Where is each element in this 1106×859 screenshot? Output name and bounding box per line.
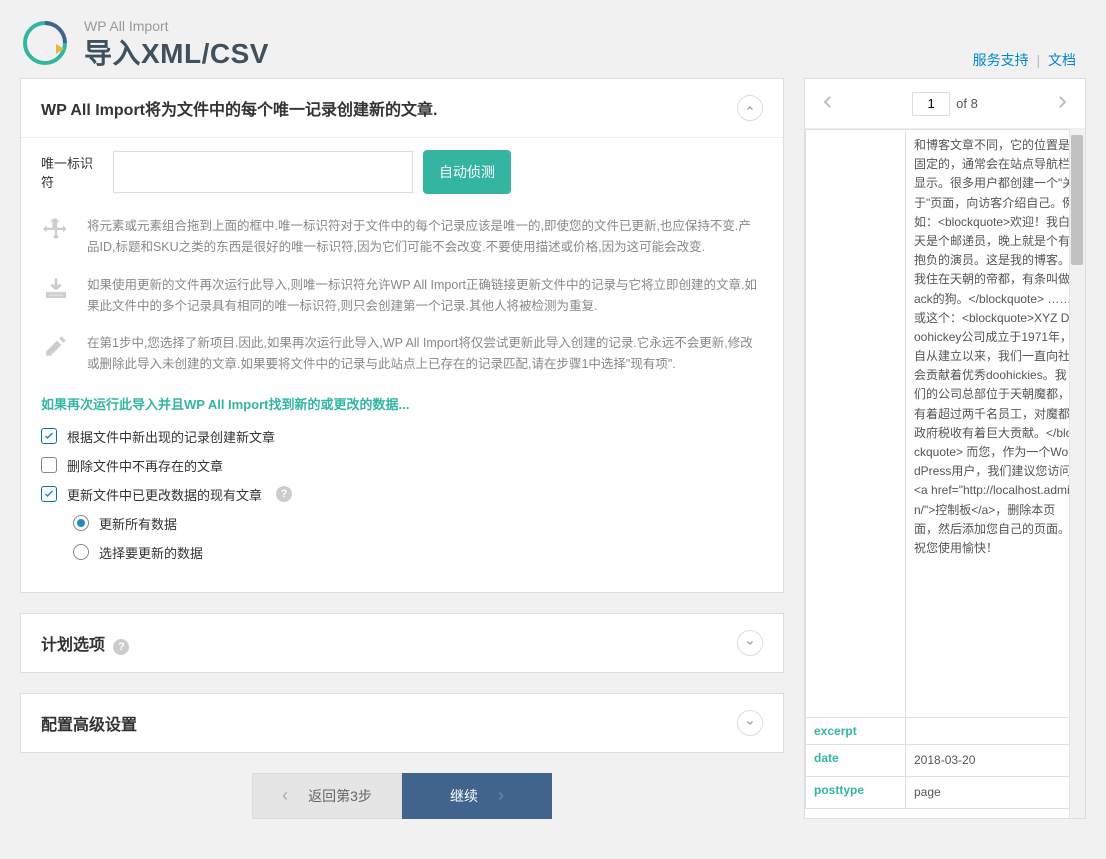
choose-update-label: 选择要更新的数据 (99, 543, 203, 562)
app-title: 导入XML/CSV (84, 32, 1086, 72)
next-record-button[interactable] (1049, 89, 1075, 118)
help-icon[interactable]: ? (276, 486, 292, 502)
chevron-right-icon (1053, 93, 1071, 111)
chevron-up-icon (744, 102, 756, 114)
schedule-panel-title: 计划选项 ? (41, 631, 729, 655)
preview-key: posttype (806, 777, 906, 809)
wp-all-import-logo-icon (20, 18, 70, 68)
records-panel: WP All Import将为文件中的每个唯一记录创建新的文章. 唯一标识符 自… (20, 78, 784, 593)
records-panel-title: WP All Import将为文件中的每个唯一记录创建新的文章. (41, 96, 729, 120)
page-of-label: of 8 (956, 96, 978, 111)
autodetect-button[interactable]: 自动侦测 (423, 150, 511, 194)
table-row: 和博客文章不同，它的位置是固定的，通常会在站点导航栏显示。很多用户都创建一个"关… (806, 130, 1085, 718)
chevron-right-icon: › (498, 785, 504, 806)
collapse-button[interactable] (737, 630, 763, 656)
docs-link[interactable]: 文档 (1048, 52, 1076, 68)
prev-record-button[interactable] (815, 89, 841, 118)
pager: of 8 (912, 92, 978, 116)
preview-val: page (906, 777, 1085, 809)
page-header: WP All Import 导入XML/CSV 服务支持 | 文档 (0, 0, 1106, 78)
chevron-left-icon: ‹ (282, 785, 288, 806)
collapse-button[interactable] (737, 95, 763, 121)
update-existing-label: 更新文件中已更改数据的现有文章 (67, 485, 262, 504)
drag-icon (41, 216, 71, 246)
table-row: excerpt (806, 718, 1085, 745)
check-icon (43, 430, 55, 442)
unique-id-label: 唯一标识符 (41, 153, 103, 191)
schedule-panel: 计划选项 ? (20, 613, 784, 673)
continue-button-label: 继续 (450, 786, 478, 806)
page-input[interactable] (912, 92, 950, 116)
scrollbar-thumb[interactable] (1071, 135, 1083, 265)
records-intro-text: 如果再次运行此导入并且WP All Import找到新的或更改的数据... (41, 394, 763, 413)
info-drag-text: 将元素或元素组合拖到上面的框中.唯一标识符对于文件中的每个记录应该是唯一的,即使… (87, 216, 763, 259)
chevron-down-icon (744, 717, 756, 729)
delete-missing-label: 删除文件中不再存在的文章 (67, 456, 223, 475)
support-link[interactable]: 服务支持 (973, 52, 1029, 68)
preview-val (906, 718, 1085, 745)
chevron-down-icon (744, 637, 756, 649)
edit-icon (41, 333, 71, 363)
advanced-panel-title: 配置高级设置 (41, 711, 729, 735)
update-all-label: 更新所有数据 (99, 514, 177, 533)
advanced-panel: 配置高级设置 (20, 693, 784, 753)
footer-nav: ‹ 返回第3步 继续 › (20, 773, 784, 819)
delete-missing-checkbox[interactable] (41, 457, 57, 473)
chevron-left-icon (819, 93, 837, 111)
unique-id-input[interactable] (113, 151, 413, 193)
schedule-title-text: 计划选项 (41, 637, 105, 654)
continue-button[interactable]: 继续 › (402, 773, 552, 819)
back-button-label: 返回第3步 (308, 786, 372, 806)
create-new-checkbox[interactable] (41, 428, 57, 444)
update-all-radio[interactable] (73, 515, 89, 531)
choose-update-radio[interactable] (73, 544, 89, 560)
preview-body[interactable]: 和博客文章不同，它的位置是固定的，通常会在站点导航栏显示。很多用户都创建一个"关… (805, 129, 1085, 818)
update-existing-checkbox[interactable] (41, 486, 57, 502)
back-button[interactable]: ‹ 返回第3步 (252, 773, 402, 819)
create-new-label: 根据文件中新出现的记录创建新文章 (67, 427, 275, 446)
preview-key: date (806, 745, 906, 777)
info-step1-text: 在第1步中,您选择了新项目.因此,如果再次运行此导入,WP All Import… (87, 333, 763, 376)
collapse-button[interactable] (737, 710, 763, 736)
preview-panel: of 8 和博客文章不同，它的位置是固定的，通常会在站点导航栏显示。很多用户都创… (804, 78, 1086, 819)
preview-key: excerpt (806, 718, 906, 745)
preview-content-cell: 和博客文章不同，它的位置是固定的，通常会在站点导航栏显示。很多用户都创建一个"关… (906, 130, 1085, 718)
preview-val: 2018-03-20 (906, 745, 1085, 777)
download-icon (41, 275, 71, 305)
header-links: 服务支持 | 文档 (973, 50, 1076, 70)
table-row: date 2018-03-20 (806, 745, 1085, 777)
table-row: posttype page (806, 777, 1085, 809)
info-rerun-text: 如果使用更新的文件再次运行此导入,则唯一标识符允许WP All Import正确… (87, 275, 763, 318)
preview-scrollbar[interactable] (1069, 129, 1085, 818)
help-icon[interactable]: ? (113, 639, 129, 655)
check-icon (43, 488, 55, 500)
preview-blank-cell (806, 130, 906, 718)
